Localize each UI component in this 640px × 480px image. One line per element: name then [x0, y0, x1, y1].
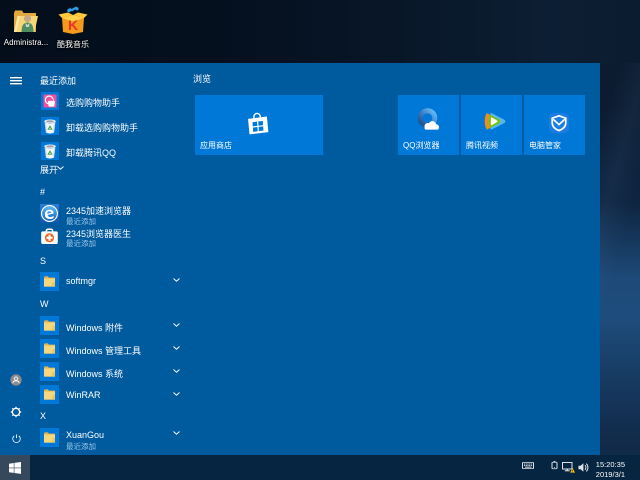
svg-text:K: K: [68, 17, 78, 33]
